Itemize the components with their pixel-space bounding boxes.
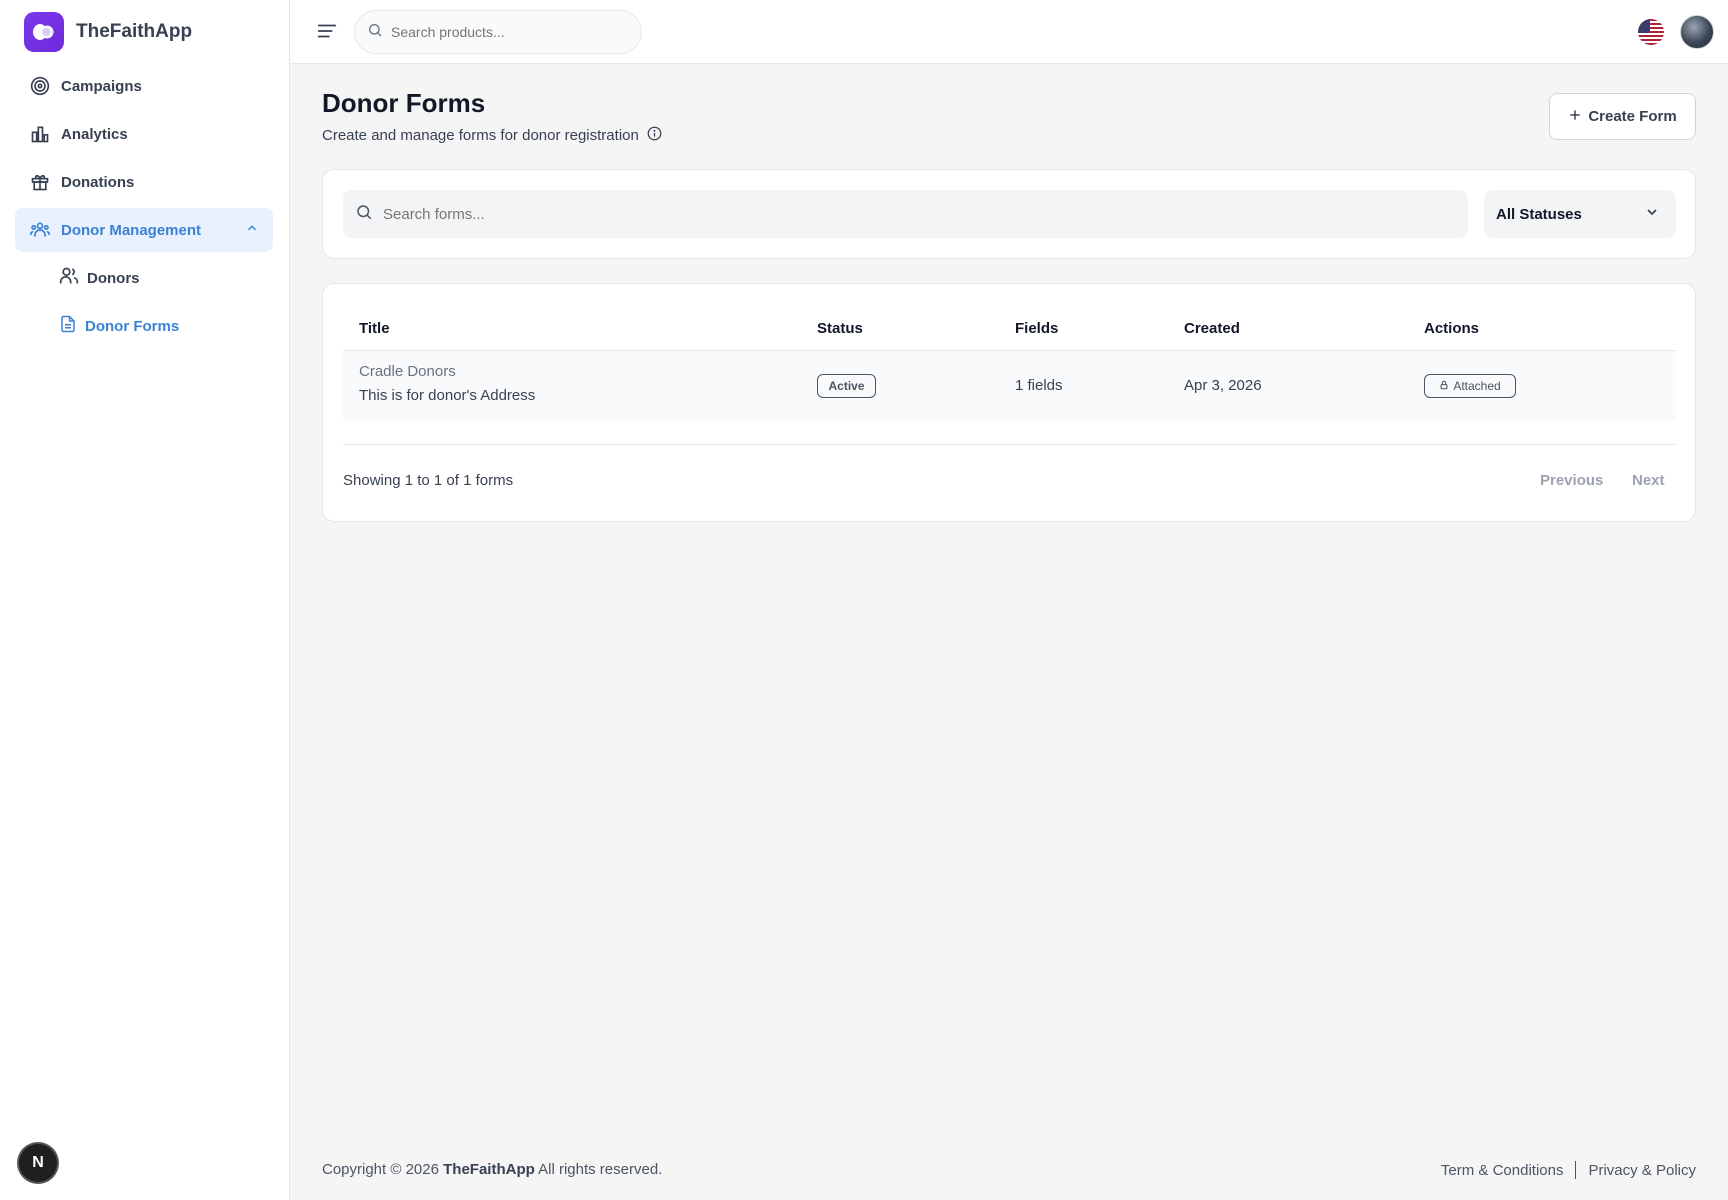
us-flag-icon[interactable] [1638, 19, 1664, 45]
users-icon [29, 219, 51, 241]
privacy-link[interactable]: Privacy & Policy [1588, 1162, 1696, 1179]
page-subtitle-text: Create and manage forms for donor regist… [322, 127, 639, 144]
create-form-label: Create Form [1588, 108, 1677, 125]
chevron-down-icon [1644, 204, 1660, 224]
app-logo-icon [24, 12, 64, 52]
form-title[interactable]: Cradle Donors [359, 363, 456, 380]
fields-count: 1 fields [1015, 377, 1063, 394]
sidebar-subitem-donors[interactable]: Donors [15, 256, 273, 300]
dev-badge[interactable]: N [19, 1144, 57, 1182]
sidebar-item-campaigns[interactable]: Campaigns [15, 64, 273, 108]
status-filter-select[interactable]: All Statuses [1484, 190, 1676, 238]
chevron-up-icon[interactable] [245, 221, 259, 239]
file-icon [59, 315, 77, 337]
info-icon[interactable] [647, 126, 662, 145]
sidebar-item-label: Donations [61, 173, 135, 191]
attached-badge[interactable]: Attached [1424, 374, 1516, 398]
app-name: TheFaithApp [76, 21, 193, 42]
sidebar-item-analytics[interactable]: Analytics [15, 112, 273, 156]
terms-link[interactable]: Term & Conditions [1441, 1162, 1564, 1179]
created-date: Apr 3, 2026 [1184, 377, 1262, 394]
target-icon [29, 75, 51, 97]
menu-icon[interactable] [316, 20, 338, 42]
product-search-input[interactable] [391, 24, 611, 40]
filter-card: All Statuses [322, 169, 1696, 259]
users-icon [59, 266, 79, 290]
divider [1575, 1161, 1577, 1179]
column-header-fields[interactable]: Fields [1015, 320, 1058, 337]
lock-icon [1439, 379, 1449, 393]
form-description: This is for donor's Address [359, 387, 536, 404]
form-search-input[interactable] [383, 205, 1443, 223]
previous-button[interactable]: Previous [1540, 472, 1603, 489]
form-search[interactable] [343, 190, 1468, 238]
search-icon [355, 203, 373, 226]
sidebar-subitem-label: Donor Forms [85, 317, 180, 335]
copyright-suffix: All rights reserved. [538, 1161, 663, 1178]
sidebar-item-donor-management[interactable]: Donor Management [15, 208, 273, 252]
sidebar-item-label: Campaigns [61, 77, 142, 95]
avatar[interactable] [1680, 15, 1714, 49]
sidebar-nav: Campaigns Analytics Donations Donor Mana… [15, 64, 273, 352]
copyright: Copyright © 2026 TheFaithApp All rights … [322, 1161, 662, 1178]
page-title: Donor Forms [322, 88, 486, 118]
sidebar-item-donations[interactable]: Donations [15, 160, 273, 204]
plus-icon [1568, 108, 1582, 126]
pagination-summary: Showing 1 to 1 of 1 forms [343, 472, 514, 489]
sidebar-subitem-donor-forms[interactable]: Donor Forms [15, 304, 273, 348]
top-header [290, 0, 1728, 64]
column-header-status[interactable]: Status [817, 320, 863, 337]
create-form-button[interactable]: Create Form [1549, 93, 1696, 140]
footer-links: Term & Conditions Privacy & Policy [1441, 1161, 1696, 1179]
gift-icon [29, 171, 51, 193]
forms-table-card: Title Status Fields Created Actions Crad… [322, 283, 1696, 522]
status-filter-value: All Statuses [1496, 205, 1582, 223]
attached-label: Attached [1453, 379, 1501, 393]
next-button[interactable]: Next [1632, 472, 1665, 489]
column-header-actions: Actions [1424, 320, 1480, 337]
sidebar-subitem-label: Donors [87, 269, 140, 287]
page-subtitle: Create and manage forms for donor regist… [322, 126, 662, 145]
copyright-prefix: Copyright © 2026 [322, 1161, 439, 1178]
bar-chart-icon [29, 123, 51, 145]
search-icon [367, 22, 383, 43]
table-row[interactable]: Cradle Donors This is for donor's Addres… [343, 351, 1676, 421]
divider [343, 444, 1676, 445]
sidebar-item-label: Analytics [61, 125, 128, 143]
sidebar-item-label: Donor Management [61, 221, 202, 239]
product-search[interactable] [354, 10, 642, 54]
sidebar: TheFaithApp Campaigns Analytics Donation… [0, 0, 290, 1200]
copyright-brand: TheFaithApp [443, 1161, 535, 1178]
status-badge: Active [817, 374, 876, 398]
column-header-created[interactable]: Created [1184, 320, 1240, 337]
brand[interactable]: TheFaithApp [24, 12, 192, 52]
column-header-title[interactable]: Title [359, 320, 390, 337]
